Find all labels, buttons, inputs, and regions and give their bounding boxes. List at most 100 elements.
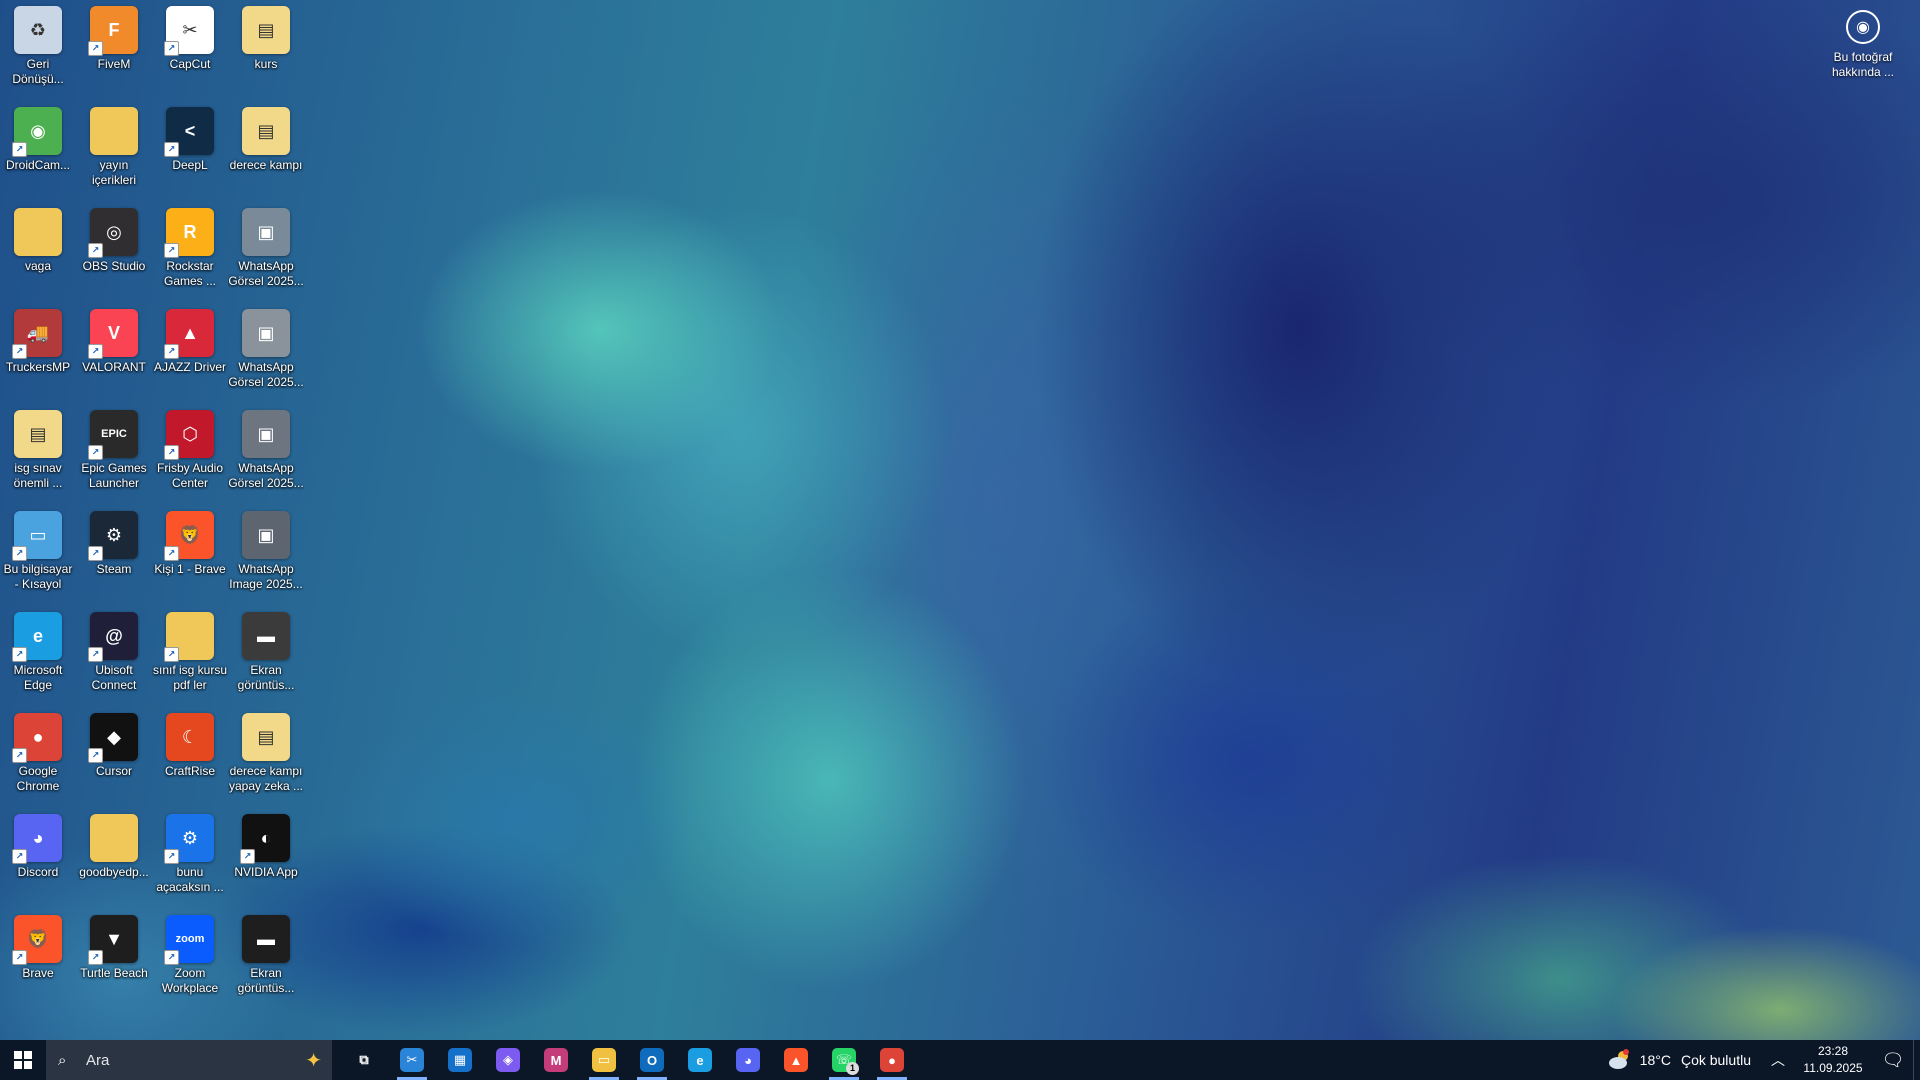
desktop-icon[interactable]: 🚚 ↗ TruckersMP xyxy=(0,309,76,375)
desktop-icon[interactable]: ▤ derece kampı yapay zeka ... xyxy=(228,713,304,794)
pdf-file-icon: ▤ xyxy=(242,107,290,155)
brave-taskbar-icon: ▲ xyxy=(784,1048,808,1072)
desktop-icon-label: Rockstar Games ... xyxy=(163,259,216,288)
desktop-icon[interactable]: ▤ derece kampı xyxy=(228,107,304,173)
shortcut-arrow-icon: ↗ xyxy=(88,243,103,258)
desktop-icon[interactable]: ◕ ↗ Discord xyxy=(0,814,76,880)
desktop-icon[interactable]: ▣ WhatsApp Görsel 2025... xyxy=(228,208,304,289)
about-this-photo[interactable]: ◉ Bu fotoğraf hakkında ... xyxy=(1818,10,1908,80)
search-input[interactable] xyxy=(84,1050,258,1070)
taskbar-app-button[interactable]: O xyxy=(628,1040,676,1080)
image-file-icon: ▣ xyxy=(242,208,290,256)
pdf-file-icon: ▤ xyxy=(242,713,290,761)
weather-condition: Çok bulutlu xyxy=(1680,1052,1751,1068)
desktop-icon-label: Geri Dönüşü... xyxy=(12,57,64,86)
desktop-icon[interactable]: ▬ Ekran görüntüs... xyxy=(228,612,304,693)
desktop-icon[interactable]: ⚙ ↗ Steam xyxy=(76,511,152,577)
desktop-icon[interactable]: V ↗ VALORANT xyxy=(76,309,152,375)
desktop-icon-label: Kişi 1 - Brave xyxy=(154,562,226,576)
shortcut-arrow-icon: ↗ xyxy=(12,950,27,965)
desktop-icon[interactable]: ⬡ ↗ Frisby Audio Center xyxy=(152,410,228,491)
shortcut-arrow-icon: ↗ xyxy=(88,546,103,561)
desktop-icon[interactable]: ✂ ↗ CapCut xyxy=(152,6,228,72)
show-desktop-button[interactable] xyxy=(1913,1040,1920,1080)
desktop-icon[interactable]: goodbyedp... xyxy=(76,814,152,880)
desktop-icon[interactable]: ▣ WhatsApp Image 2025... xyxy=(228,511,304,592)
desktop-icon[interactable]: vaga xyxy=(0,208,76,274)
desktop-icon[interactable]: ◎ ↗ OBS Studio xyxy=(76,208,152,274)
taskbar-app-button[interactable]: ✂ xyxy=(388,1040,436,1080)
desktop-icon[interactable]: ● ↗ Google Chrome xyxy=(0,713,76,794)
taskbar-app-button[interactable]: ◈ xyxy=(484,1040,532,1080)
weather-widget[interactable]: 18°C Çok bulutlu xyxy=(1596,1040,1763,1080)
taskbar-app-button[interactable]: ▦ xyxy=(436,1040,484,1080)
desktop-icon[interactable]: ▬ Ekran görüntüs... xyxy=(228,915,304,996)
shortcut-arrow-icon: ↗ xyxy=(164,647,179,662)
microsoft-edge-icon: e ↗ xyxy=(12,612,62,662)
snipping-tool-icon: ✂ xyxy=(400,1048,424,1072)
weather-temperature: 18°C xyxy=(1639,1052,1671,1068)
shortcut-arrow-icon: ↗ xyxy=(12,647,27,662)
desktop-icon[interactable]: EPIC ↗ Epic Games Launcher xyxy=(76,410,152,491)
turtle-beach-icon: ▼ ↗ xyxy=(88,915,138,965)
desktop-icon[interactable]: @ ↗ Ubisoft Connect xyxy=(76,612,152,693)
taskbar-app-button[interactable]: e xyxy=(676,1040,724,1080)
desktop-icon[interactable]: ▣ WhatsApp Görsel 2025... xyxy=(228,309,304,390)
desktop-icon[interactable]: R ↗ Rockstar Games ... xyxy=(152,208,228,289)
desktop-icon-label: Ubisoft Connect xyxy=(91,663,137,692)
shortcut-arrow-icon: ↗ xyxy=(12,849,27,864)
desktop-icon-label: vaga xyxy=(24,259,52,273)
taskbar-app-button[interactable]: ⧉ xyxy=(340,1040,388,1080)
outlook-icon: O xyxy=(640,1048,664,1072)
shortcut-arrow-icon: ↗ xyxy=(240,849,255,864)
shortcut-arrow-icon: ↗ xyxy=(164,950,179,965)
taskbar-app-button[interactable]: ▲ xyxy=(772,1040,820,1080)
desktop-icon[interactable]: ↗ sınıf isg kursu pdf ler xyxy=(152,612,228,693)
taskbar-app-button[interactable]: ▭ xyxy=(580,1040,628,1080)
desktop-icon[interactable]: ♻ Geri Dönüşü... xyxy=(0,6,76,87)
desktop-icon[interactable]: < ↗ DeepL xyxy=(152,107,228,173)
start-button[interactable] xyxy=(0,1040,46,1080)
shortcut-arrow-icon: ↗ xyxy=(164,243,179,258)
image-file-icon: ▣ xyxy=(242,511,290,559)
desktop-icon[interactable]: e ↗ Microsoft Edge xyxy=(0,612,76,693)
taskbar-app-button[interactable]: M xyxy=(532,1040,580,1080)
shortcut-arrow-icon: ↗ xyxy=(88,41,103,56)
desktop-icon[interactable]: ▭ ↗ Bu bilgisayar - Kısayol xyxy=(0,511,76,592)
desktop-icon[interactable]: ⚙ ↗ bunu açacaksın ... xyxy=(152,814,228,895)
microsoft-store-icon: ▦ xyxy=(448,1048,472,1072)
show-hidden-icons-chevron-icon[interactable]: ︿ xyxy=(1763,1040,1793,1080)
desktop-icon[interactable]: zoom ↗ Zoom Workplace xyxy=(152,915,228,996)
edge-taskbar-icon: e xyxy=(688,1048,712,1072)
shortcut-arrow-icon: ↗ xyxy=(164,546,179,561)
desktop-icon[interactable]: ▤ isg sınav önemli ... xyxy=(0,410,76,491)
shortcut-arrow-icon: ↗ xyxy=(88,445,103,460)
taskbar-app-button[interactable]: ☏ 1 xyxy=(820,1040,868,1080)
desktop-icon-label: Steam xyxy=(96,562,132,576)
desktop-icon[interactable]: F ↗ FiveM xyxy=(76,6,152,72)
desktop-icon[interactable]: ☾ CraftRise xyxy=(152,713,228,779)
notification-center-icon[interactable]: 🗨 xyxy=(1873,1040,1913,1080)
desktop-icon[interactable]: ◉ ↗ DroidCam... xyxy=(0,107,76,173)
taskbar-search[interactable]: ⌕ ✦ xyxy=(46,1040,332,1080)
fivem-icon: F ↗ xyxy=(88,6,138,56)
desktop-icon[interactable]: ▣ WhatsApp Görsel 2025... xyxy=(228,410,304,491)
taskbar-app-button[interactable]: ◕ xyxy=(724,1040,772,1080)
desktop-icon[interactable]: ▤ kurs xyxy=(228,6,304,72)
desktop-icon[interactable]: 🦁 ↗ Brave xyxy=(0,915,76,981)
desktop-icon-label: WhatsApp Görsel 2025... xyxy=(228,461,304,490)
taskbar-clock[interactable]: 23:28 11.09.2025 xyxy=(1793,1040,1873,1080)
desktop-icon[interactable]: ◆ ↗ Cursor xyxy=(76,713,152,779)
ubisoft-connect-icon: @ ↗ xyxy=(88,612,138,662)
desktop-icon[interactable]: 🦁 ↗ Kişi 1 - Brave xyxy=(152,511,228,577)
recycle-bin-icon: ♻ xyxy=(14,6,62,54)
taskbar-app-button[interactable]: ● xyxy=(868,1040,916,1080)
taskbar: ⌕ ✦ ⧉ ✂ ▦ ◈ M ▭ Oe ◕ ▲ ☏1 ● 18°C Çok bulutlu ︿ 23:… xyxy=(0,1040,1920,1080)
desktop-icon[interactable]: yayın içerikleri xyxy=(76,107,152,188)
desktop-icon[interactable]: ◐ ↗ NVIDIA App xyxy=(228,814,304,880)
shortcut-arrow-icon: ↗ xyxy=(88,344,103,359)
desktop-icon[interactable]: ▲ ↗ AJAZZ Driver xyxy=(152,309,228,375)
desktop-icon[interactable]: ▼ ↗ Turtle Beach xyxy=(76,915,152,981)
desktop-icon-label: Cursor xyxy=(95,764,132,778)
deepl-icon: < ↗ xyxy=(164,107,214,157)
